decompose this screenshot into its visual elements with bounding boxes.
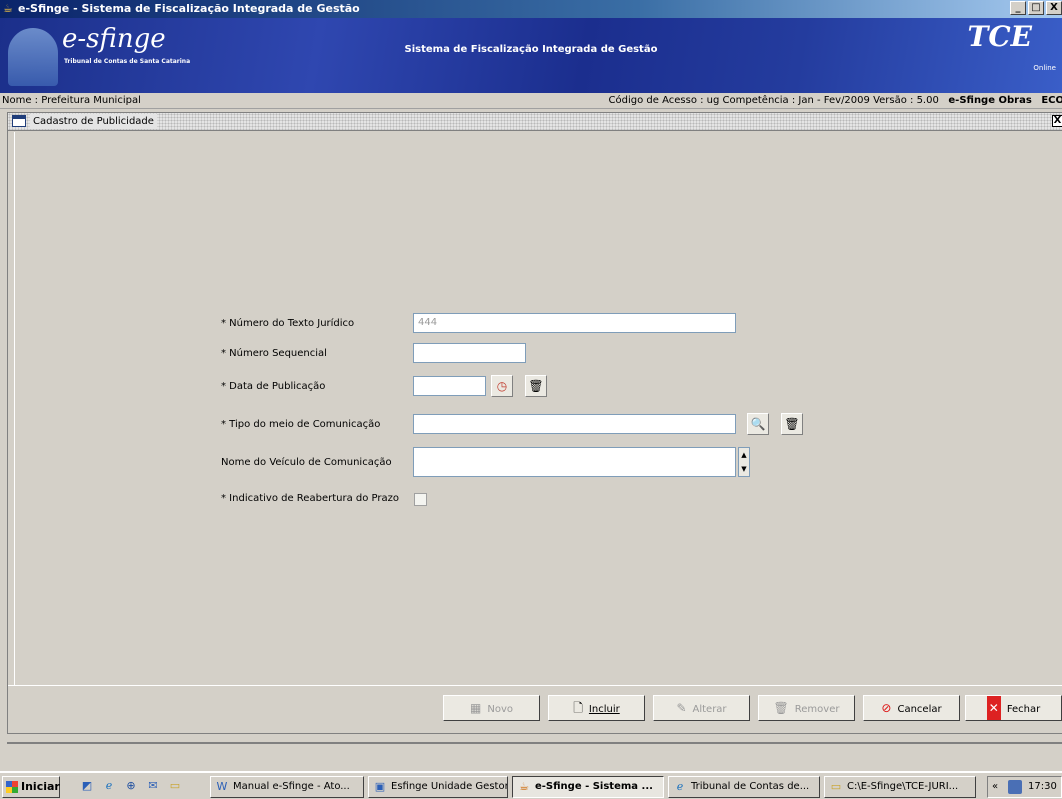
tipo-meio-field[interactable] <box>413 414 736 434</box>
reabertura-checkbox[interactable] <box>414 493 427 506</box>
quicklaunch-folder-icon[interactable]: ▭ <box>168 779 182 793</box>
trash-icon: 🗑 <box>784 417 800 431</box>
info-bar: Nome : Prefeitura Municipal Código de Ac… <box>0 93 1062 109</box>
clock-icon: ◷ <box>496 379 508 393</box>
frame-title: Cadastro de Publicidade <box>30 114 157 129</box>
cancelar-button[interactable]: ⊘ Cancelar <box>863 695 960 721</box>
frame-close-icon[interactable]: X <box>1052 115 1062 127</box>
access-info: Código de Acesso : ug Competência : Jan … <box>608 95 939 106</box>
task-explorer-folder[interactable]: ▭ C:\E-Sfinge\TCE-JURI... <box>824 776 976 798</box>
module-name: e-Sfinge Obras <box>948 95 1032 106</box>
java-icon: ☕ <box>519 780 529 793</box>
ie-icon: ℯ <box>676 780 684 793</box>
task-esfinge-sistema[interactable]: ☕ e-Sfinge - Sistema ... <box>512 776 664 798</box>
task-label: Tribunal de Contas de... <box>691 781 810 792</box>
status-bar <box>7 742 1062 766</box>
alterar-button[interactable]: ✎ Alterar <box>653 695 750 721</box>
clock[interactable]: 17:30 <box>1028 777 1057 797</box>
task-label: e-Sfinge - Sistema ... <box>535 781 653 792</box>
tray-expand-button[interactable]: « <box>992 777 998 797</box>
quicklaunch-outlook-icon[interactable]: ✉ <box>146 779 160 793</box>
task-label: Manual e-Sfinge - Ato... <box>233 781 350 792</box>
reabertura-label: * Indicativo de Reabertura do Prazo <box>221 493 399 504</box>
minimize-button[interactable]: _ <box>1010 1 1026 15</box>
tipo-meio-label: * Tipo do meio de Comunicação <box>221 419 381 430</box>
logo-subtitle: Tribunal de Contas de Santa Catarina <box>64 58 191 65</box>
nome-veiculo-textarea[interactable] <box>413 447 736 477</box>
system-tray: « 17:30 <box>987 776 1062 798</box>
start-button[interactable]: Iniciar <box>2 776 60 798</box>
incluir-button[interactable]: 🗋 Incluir <box>548 695 645 721</box>
search-binoculars-icon: 🔍 <box>750 417 766 431</box>
app-banner: e-sfinge Tribunal de Contas de Santa Cat… <box>0 18 1062 93</box>
fechar-label: Fechar <box>1006 704 1041 715</box>
quicklaunch-ie-icon[interactable]: ℯ <box>102 779 116 793</box>
incluir-label: Incluir <box>588 704 620 715</box>
system-name: Sistema de Fiscalização Integrada de Ges… <box>404 44 658 55</box>
data-publicacao-field[interactable] <box>413 376 486 396</box>
numero-texto-field[interactable]: 444 <box>413 313 736 333</box>
trash-icon: 🗑 <box>528 379 544 393</box>
cancel-icon: ⊘ <box>881 701 892 715</box>
task-tribunal-contas[interactable]: ℯ Tribunal de Contas de... <box>668 776 820 798</box>
nome-veiculo-label: Nome do Veículo de Comunicação <box>221 457 392 468</box>
trash-icon: 🗑 <box>773 701 789 715</box>
novo-label: Novo <box>487 704 513 715</box>
entity-name: Nome : Prefeitura Municipal <box>2 95 141 106</box>
maximize-button[interactable]: □ <box>1028 1 1044 15</box>
task-manual-esfinge[interactable]: W Manual e-Sfinge - Ato... <box>210 776 364 798</box>
add-document-icon: 🗋 <box>573 701 583 715</box>
tce-online-label: Online <box>1033 64 1056 72</box>
edit-icon: ✎ <box>676 701 687 715</box>
window-title-bar[interactable]: ☕ e-Sfinge - Sistema de Fiscalização Int… <box>0 0 1062 18</box>
tce-logo: TCE <box>967 20 1032 53</box>
window-controls: _ □ X <box>1010 1 1062 15</box>
quicklaunch-desktop-icon[interactable]: ◩ <box>80 779 94 793</box>
java-app-icon: ☕ <box>3 2 13 15</box>
new-document-icon: ▦ <box>470 701 482 715</box>
remover-label: Remover <box>794 704 840 715</box>
close-icon: ✕ <box>986 696 1001 720</box>
word-doc-icon: W <box>216 780 228 793</box>
tce-app-icon: ▣ <box>374 780 386 793</box>
remover-button[interactable]: 🗑 Remover <box>758 695 855 721</box>
window-title: e-Sfinge - Sistema de Fiscalização Integ… <box>18 2 360 15</box>
task-esfinge-unidade[interactable]: ▣ Esfinge Unidade Gestora <box>368 776 508 798</box>
folder-icon: ▭ <box>830 780 842 793</box>
search-tipo-button[interactable]: 🔍 <box>747 413 769 435</box>
publicidade-frame: Cadastro de Publicidade X * Número do Te… <box>7 112 1062 734</box>
textarea-scrollbar[interactable]: ▲ ▼ <box>738 447 750 477</box>
task-label: C:\E-Sfinge\TCE-JURI... <box>847 781 959 792</box>
start-label: Iniciar <box>21 780 60 793</box>
numero-texto-label: * Número do Texto Jurídico <box>221 318 355 329</box>
sphinx-logo-image <box>8 28 58 86</box>
network-tray-icon[interactable] <box>1008 780 1022 794</box>
data-publicacao-label: * Data de Publicação <box>221 381 326 392</box>
clear-date-button[interactable]: 🗑 <box>525 375 547 397</box>
frame-title-bar[interactable]: Cadastro de Publicidade X <box>8 113 1062 131</box>
window-icon <box>12 115 26 127</box>
windows-taskbar: Iniciar ◩ ℯ ⊕ ✉ ▭ W Manual e-Sfinge - Ato… <box>0 771 1062 799</box>
session-info: Código de Acesso : ug Competência : Jan … <box>608 93 1062 108</box>
calendar-clock-button[interactable]: ◷ <box>491 375 513 397</box>
module-extra: ECO <box>1041 95 1062 106</box>
alterar-label: Alterar <box>692 704 727 715</box>
close-window-button[interactable]: X <box>1046 1 1062 15</box>
quicklaunch-media-icon[interactable]: ⊕ <box>124 779 138 793</box>
clear-tipo-button[interactable]: 🗑 <box>781 413 803 435</box>
cancelar-label: Cancelar <box>897 704 942 715</box>
fechar-button[interactable]: ✕ Fechar <box>965 695 1062 721</box>
numero-sequencial-label: * Número Sequencial <box>221 348 327 359</box>
action-toolbar: ▦ Novo 🗋 Incluir ✎ Alterar 🗑 Remover ⊘ Cancel… <box>8 685 1062 733</box>
form-area: * Número do Texto Jurídico 444 * Número … <box>14 132 1062 685</box>
windows-flag-icon <box>6 781 18 793</box>
numero-sequencial-field[interactable] <box>413 343 526 363</box>
novo-button[interactable]: ▦ Novo <box>443 695 540 721</box>
task-label: Esfinge Unidade Gestora <box>391 781 508 792</box>
